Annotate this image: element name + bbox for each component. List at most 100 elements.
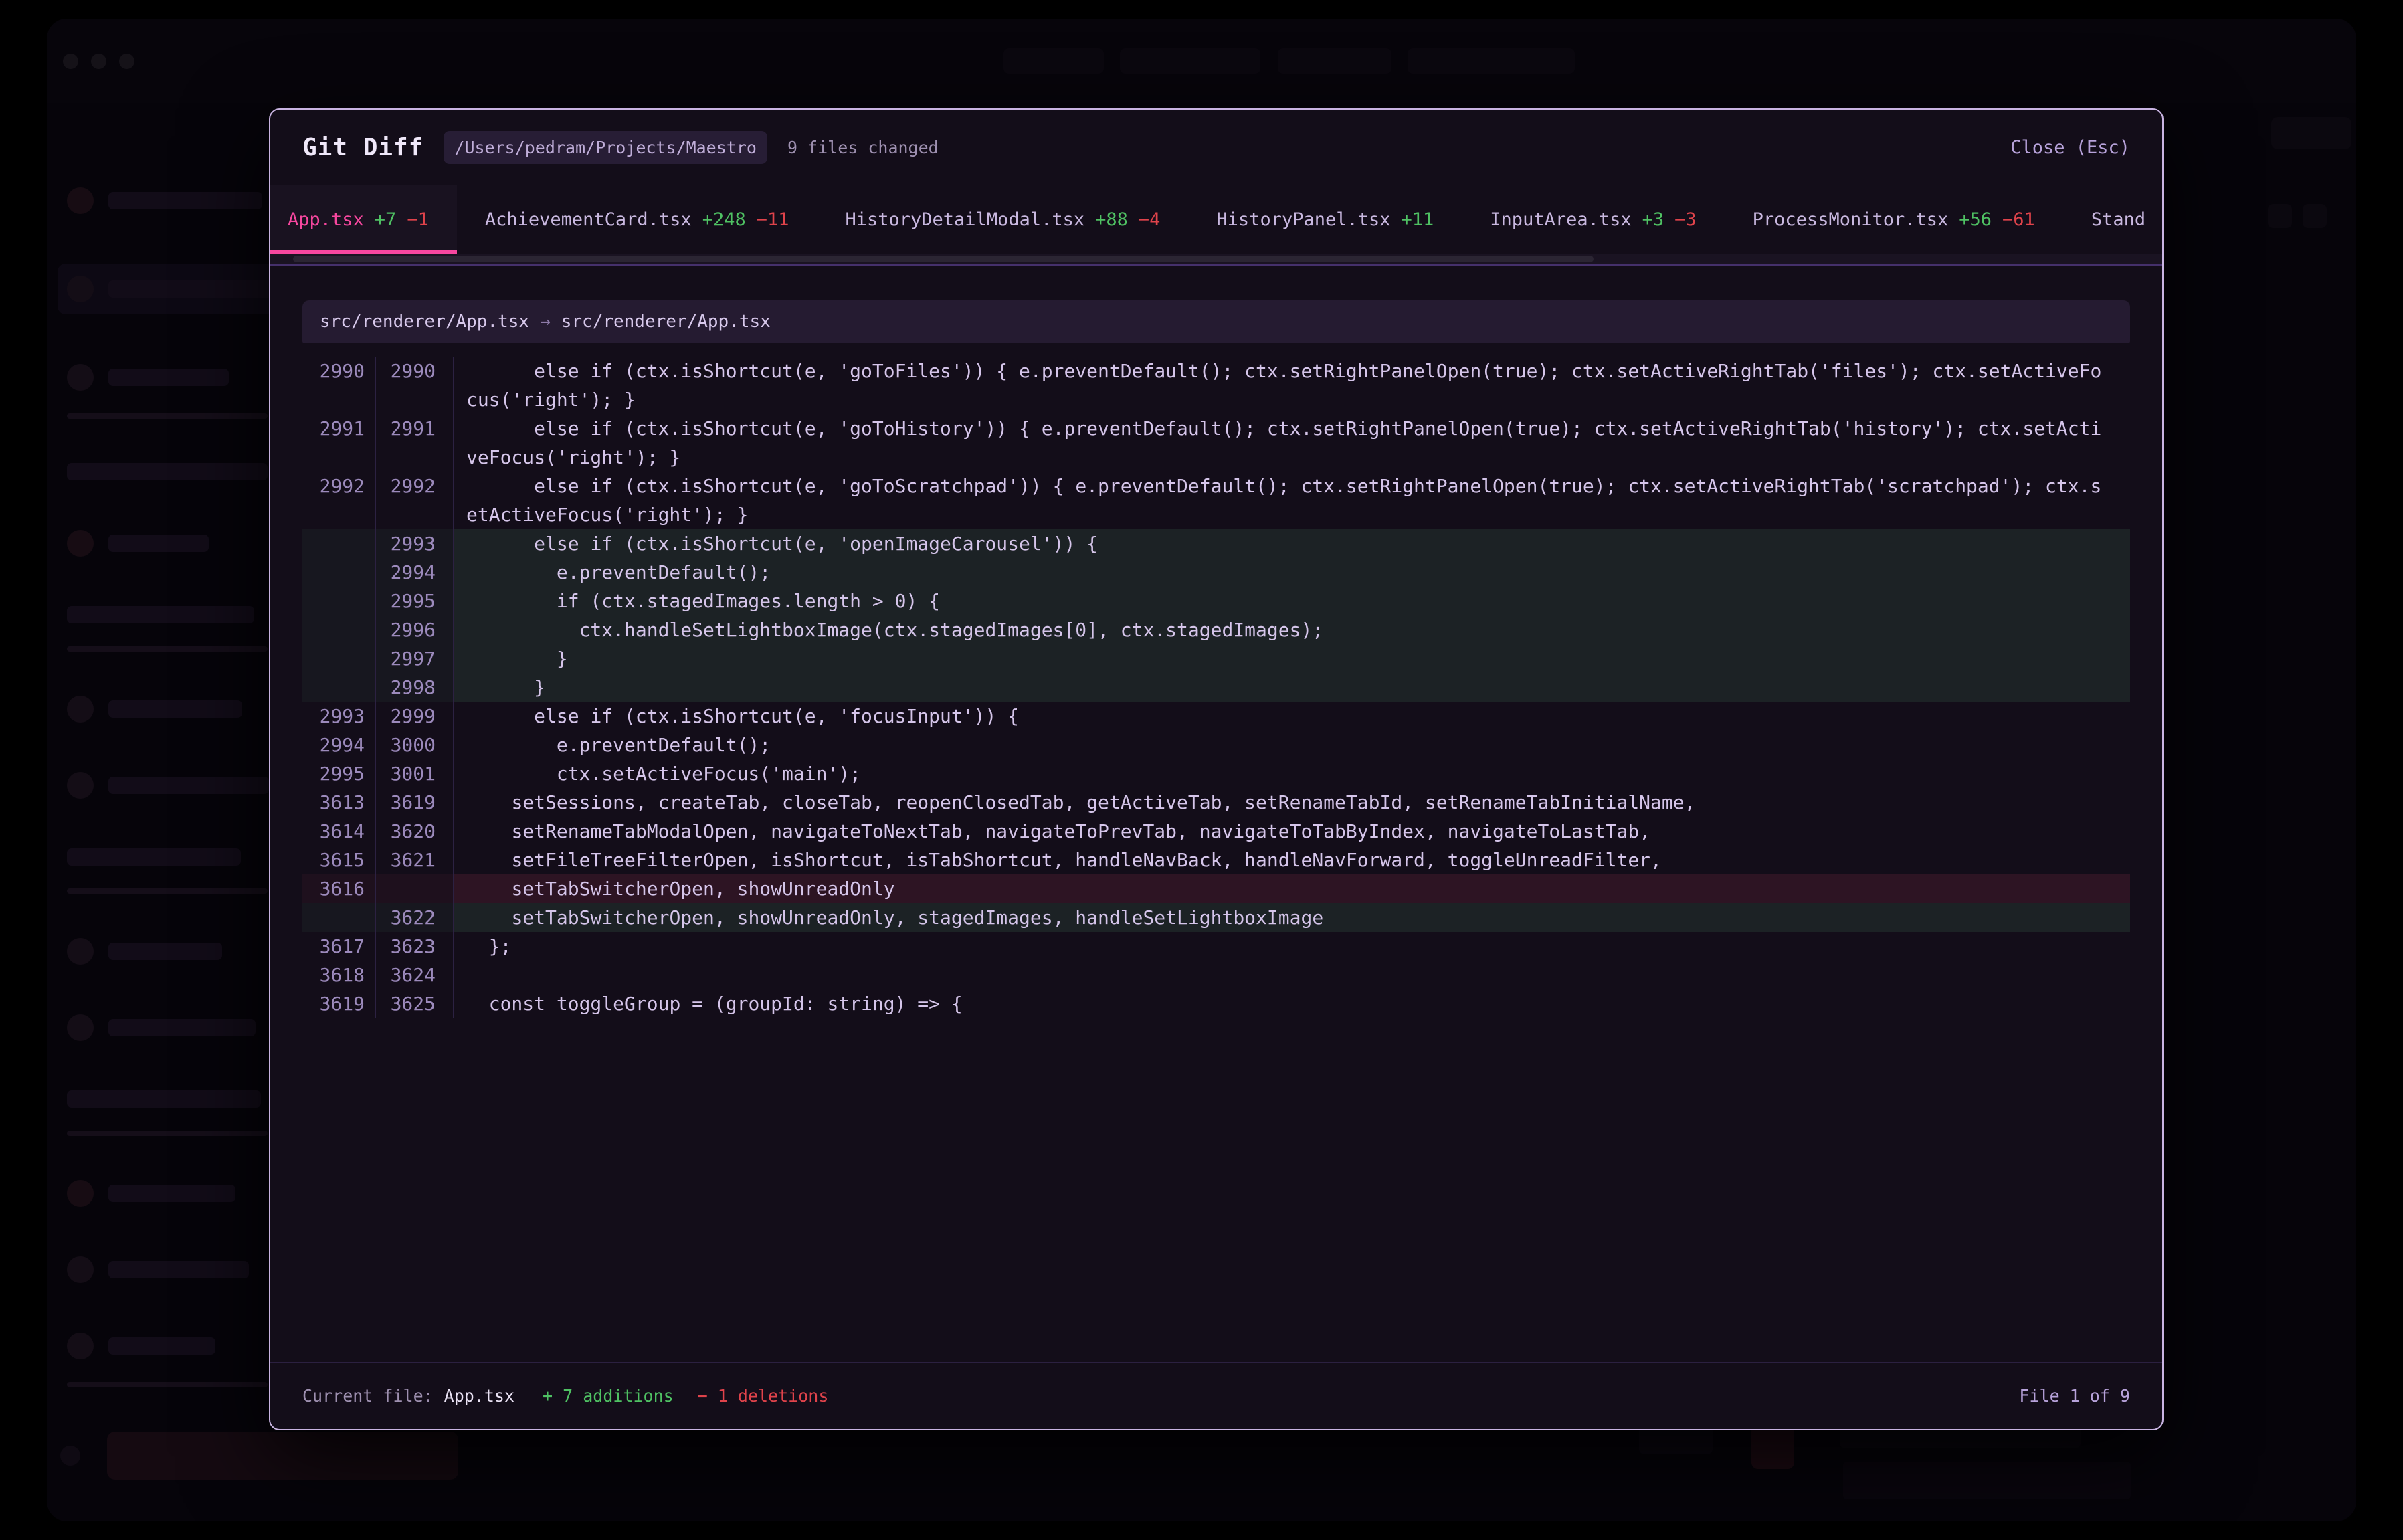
tab-file-name: AchievementCard.tsx — [485, 209, 692, 230]
desktop-background: Git Diff /Users/pedram/Projects/Maestro … — [0, 0, 2403, 1540]
tab-file-name: Stand — [2091, 209, 2145, 230]
code-text: const toggleGroup = (groupId: string) =>… — [454, 989, 2130, 1018]
tab-file-name: ProcessMonitor.tsx — [1753, 209, 1949, 230]
line-number-old: 2992 — [302, 472, 376, 529]
diff-table: 29902990 else if (ctx.isShortcut(e, 'goT… — [302, 357, 2130, 1018]
code-text: else if (ctx.isShortcut(e, 'openImageCar… — [454, 529, 2130, 558]
diff-row: 36193625 const toggleGroup = (groupId: s… — [302, 989, 2130, 1018]
diff-row: 29902990 else if (ctx.isShortcut(e, 'goT… — [302, 357, 2130, 414]
files-changed-count: 9 files changed — [787, 138, 939, 157]
line-number-old — [302, 529, 376, 558]
code-text: ctx.handleSetLightboxImage(ctx.stagedIma… — [454, 615, 2130, 644]
line-number-new: 2994 — [376, 558, 454, 587]
diff-row: 29922992 else if (ctx.isShortcut(e, 'goT… — [302, 472, 2130, 529]
tab-ProcessMonitor.tsx[interactable]: ProcessMonitor.tsx +56 −61 — [1725, 185, 2063, 254]
tab-HistoryDetailModal.tsx[interactable]: HistoryDetailModal.tsx+88−4 — [818, 185, 1189, 254]
footer-file-position: File 1 of 9 — [2019, 1386, 2130, 1406]
git-diff-modal: Git Diff /Users/pedram/Projects/Maestro … — [269, 108, 2164, 1430]
diff-row: 29943000 e.preventDefault(); — [302, 731, 2130, 759]
line-number-old: 2990 — [302, 357, 376, 414]
diff-row: 36173623 }; — [302, 932, 2130, 961]
line-number-new: 2998 — [376, 673, 454, 702]
tab-file-name: HistoryDetailModal.tsx — [846, 209, 1085, 230]
tab-deletions-count: −3 — [1674, 209, 1697, 230]
modal-title: Git Diff — [302, 134, 423, 161]
line-number-old: 3615 — [302, 846, 376, 874]
repo-path-badge: /Users/pedram/Projects/Maestro — [444, 131, 767, 164]
file-tabs: App.tsx+7−1 AchievementCard.tsx +248 −11 His… — [270, 185, 2162, 254]
diff-row: 2997 } — [302, 644, 2130, 673]
diff-row: 29912991 else if (ctx.isShortcut(e, 'goT… — [302, 414, 2130, 472]
code-text: else if (ctx.isShortcut(e, 'goToHistory'… — [454, 414, 2130, 472]
line-number-old: 2993 — [302, 702, 376, 731]
line-number-new: 3623 — [376, 932, 454, 961]
line-number-old: 3613 — [302, 788, 376, 817]
tab-additions-count: +88 — [1095, 209, 1128, 230]
tabs-scrollbar-thumb[interactable] — [293, 256, 1594, 262]
line-number-new: 2993 — [376, 529, 454, 558]
tab-Stand[interactable]: Stand — [2063, 185, 2162, 254]
line-number-old: 3619 — [302, 989, 376, 1018]
tab-HistoryPanel.tsx[interactable]: HistoryPanel.tsx+11 — [1188, 185, 1462, 254]
line-number-new: 3001 — [376, 759, 454, 788]
line-number-new: 3622 — [376, 903, 454, 932]
code-text — [454, 961, 2130, 989]
line-number-old: 2995 — [302, 759, 376, 788]
line-number-new: 3625 — [376, 989, 454, 1018]
tab-InputArea.tsx[interactable]: InputArea.tsx+3−3 — [1462, 185, 1724, 254]
code-text: else if (ctx.isShortcut(e, 'goToScratchp… — [454, 472, 2130, 529]
line-number-new: 3620 — [376, 817, 454, 846]
diff-row: 36133619 setSessions, createTab, closeTa… — [302, 788, 2130, 817]
line-number-old — [302, 903, 376, 932]
diff-row: 3616 setTabSwitcherOpen, showUnreadOnly — [302, 874, 2130, 903]
file-path-header: src/renderer/App.tsx → src/renderer/App.… — [302, 300, 2130, 343]
footer-additions: + 7 additions — [543, 1386, 674, 1406]
tab-additions-count: +11 — [1402, 209, 1434, 230]
line-number-new: 2992 — [376, 472, 454, 529]
line-number-old: 2994 — [302, 731, 376, 759]
line-number-new: 2996 — [376, 615, 454, 644]
code-text: setTabSwitcherOpen, showUnreadOnly, stag… — [454, 903, 2130, 932]
line-number-old — [302, 615, 376, 644]
code-text: } — [454, 673, 2130, 702]
diff-row: 29953001 ctx.setActiveFocus('main'); — [302, 759, 2130, 788]
line-number-new: 2999 — [376, 702, 454, 731]
line-number-old: 2991 — [302, 414, 376, 472]
code-text: e.preventDefault(); — [454, 731, 2130, 759]
close-button[interactable]: Close (Esc) — [2010, 130, 2130, 165]
modal-header: Git Diff /Users/pedram/Projects/Maestro … — [270, 110, 2162, 185]
diff-row: 36183624 — [302, 961, 2130, 989]
line-number-old: 3617 — [302, 932, 376, 961]
code-text: setRenameTabModalOpen, navigateToNextTab… — [454, 817, 2130, 846]
code-text: setSessions, createTab, closeTab, reopen… — [454, 788, 2130, 817]
tab-AchievementCard.tsx[interactable]: AchievementCard.tsx +248 −11 — [457, 185, 818, 254]
tab-App.tsx[interactable]: App.tsx+7−1 — [270, 185, 457, 254]
diff-content: src/renderer/App.tsx → src/renderer/App.… — [270, 266, 2162, 1362]
line-number-old — [302, 673, 376, 702]
tab-deletions-count: −61 — [2002, 209, 2035, 230]
tabs-scrollbar-track[interactable] — [270, 254, 2162, 266]
diff-row: 3622 setTabSwitcherOpen, showUnreadOnly,… — [302, 903, 2130, 932]
line-number-new: 2997 — [376, 644, 454, 673]
diff-row: 2995 if (ctx.stagedImages.length > 0) { — [302, 587, 2130, 615]
line-number-new: 2991 — [376, 414, 454, 472]
line-number-old: 3618 — [302, 961, 376, 989]
footer-label: Current file: — [302, 1386, 434, 1406]
code-text: setTabSwitcherOpen, showUnreadOnly — [454, 874, 2130, 903]
tab-additions-count: +56 — [1959, 209, 1992, 230]
line-number-new: 2990 — [376, 357, 454, 414]
line-number-new: 3000 — [376, 731, 454, 759]
line-number-new: 3621 — [376, 846, 454, 874]
tab-file-name: InputArea.tsx — [1490, 209, 1631, 230]
code-text: setFileTreeFilterOpen, isShortcut, isTab… — [454, 846, 2130, 874]
diff-row: 2996 ctx.handleSetLightboxImage(ctx.stag… — [302, 615, 2130, 644]
line-number-new: 2995 — [376, 587, 454, 615]
line-number-old: 3616 — [302, 874, 376, 903]
file-path-from: src/renderer/App.tsx — [320, 312, 529, 332]
line-number-new — [376, 874, 454, 903]
code-text: ctx.setActiveFocus('main'); — [454, 759, 2130, 788]
tab-deletions-count: −11 — [757, 209, 789, 230]
code-text: else if (ctx.isShortcut(e, 'focusInput')… — [454, 702, 2130, 731]
diff-row: 2993 else if (ctx.isShortcut(e, 'openIma… — [302, 529, 2130, 558]
tab-additions-count: +248 — [702, 209, 746, 230]
